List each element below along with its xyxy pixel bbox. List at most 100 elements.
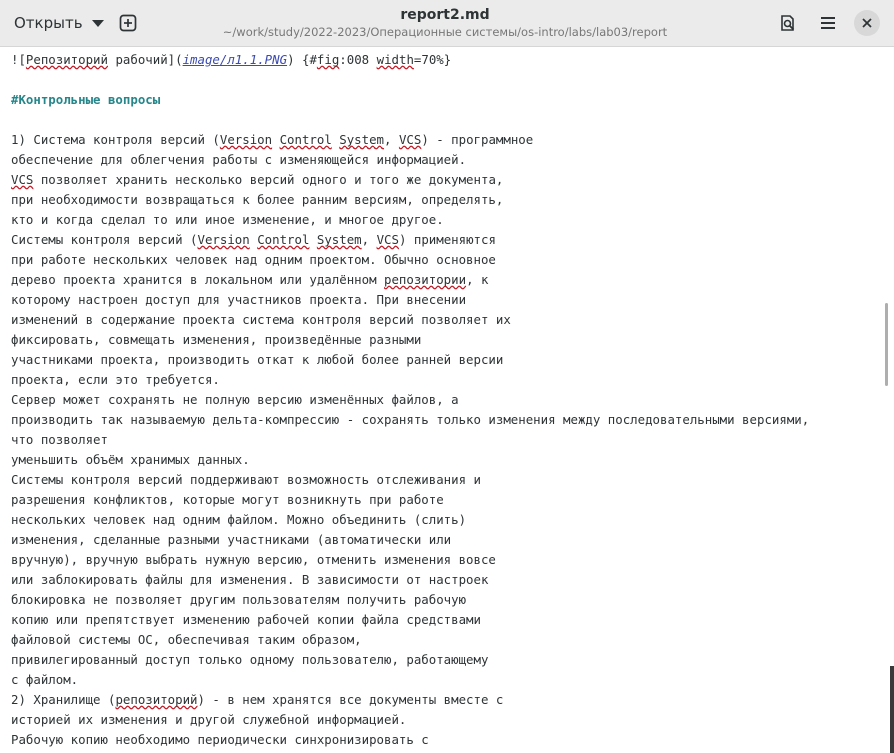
line-text: ) - в нем хранятся все документы вместе … [197,692,504,707]
header-bar: Открыть report2.md ~/work/study/2022-202… [0,0,894,47]
editor-line: ![Репозиторий рабочий](image/л1.1.PNG) {… [11,50,451,70]
line-text: историей их изменения и другой служебной… [11,712,407,727]
vertical-scrollbar[interactable] [885,303,888,386]
line-text: , к [466,272,489,287]
line-text: разрешения конфликтов, которые могут воз… [11,492,444,507]
markdown-link-path: image [182,52,220,67]
hamburger-menu-icon [821,17,835,29]
text-editor-area[interactable]: ![Репозиторий рабочий](image/л1.1.PNG) {… [0,47,884,753]
editor-line: что позволяет [11,430,108,450]
editor-line: при работе нескольких человек над одним … [11,250,496,270]
line-text: ) - программное [421,132,534,147]
line-text: производить так называемую дельта-компре… [11,412,810,427]
search-button[interactable] [772,8,804,38]
spellcheck-word: Version [219,132,273,147]
spellcheck-word: VCS [376,232,399,247]
line-text: рабочий]( [107,52,183,67]
line-text: при работе нескольких человек над одним … [11,252,496,267]
line-text: уменьшить объём хранимых данных. [11,452,250,467]
editor-line: обеспечение для облегчения работы с изме… [11,150,466,170]
editor-line: Системы контроля версий поддерживают воз… [11,470,481,490]
editor-line: Сервер может сохранять не полную версию … [11,390,459,410]
editor-line: разрешения конфликтов, которые могут воз… [11,490,444,510]
editor-line: производить так называемую дельта-компре… [11,410,809,430]
line-text: =70%} [413,52,452,67]
line-text: Системы контроля версий ( [11,232,198,247]
editor-line: при необходимости возвращаться к более р… [11,190,503,210]
line-text: 2) Хранилище ( [11,692,116,707]
spellcheck-word: репозиторий [115,692,198,707]
line-text: , [384,132,399,147]
spellcheck-word: VCS [398,132,422,147]
editor-line: или заблокировать файлы для изменения. В… [11,570,488,590]
open-button[interactable]: Открыть [6,8,104,38]
line-text: кто и когда сделал то или иное изменение… [11,212,444,227]
spellcheck-word: fig [316,52,340,67]
line-text: вручную), вручную выбрать нужную версию,… [11,552,496,567]
editor-line: изменения, сделанные разными участниками… [11,530,451,550]
line-text: изменений в содержание проекта система к… [11,312,511,327]
line-text: ) применяются [398,232,496,247]
document-search-icon [781,15,795,31]
editor-line: уменьшить объём хранимых данных. [11,450,250,470]
editor-line: дерево проекта хранится в локальном или … [11,270,488,290]
line-text: фиксировать, совмещать изменения, произв… [11,332,422,347]
close-icon [862,18,872,28]
line-text [272,132,279,147]
line-text: которому настроен доступ для участников … [11,292,467,307]
close-window-button[interactable] [854,10,880,36]
editor-line: Рабочую копию необходимо периодически си… [11,730,429,750]
editor-line: вручную), вручную выбрать нужную версию,… [11,550,496,570]
line-text: нескольких человек над одним файлом. Мож… [11,512,467,527]
main-menu-button[interactable] [812,8,844,38]
editor-line: которому настроен доступ для участников … [11,290,466,310]
line-text: или заблокировать файлы для изменения. В… [11,572,489,587]
line-text: позволяет хранить несколько версий одног… [33,172,504,187]
chevron-down-icon [91,19,104,27]
spellcheck-word: System [316,232,362,247]
line-text: что позволяет [11,432,108,447]
spellcheck-word: width [376,52,414,67]
editor-line: привилегированный доступ только одному п… [11,650,488,670]
spellcheck-word: VCS [11,172,34,187]
line-text: 1) Система контроля версий ( [11,132,220,147]
spellcheck-word: репозитории [384,272,467,287]
document-title: report2.md [400,7,490,23]
spellcheck-word: Control [257,232,310,247]
line-text: ) {# [287,52,317,67]
new-tab-plus-icon [119,14,137,32]
spellcheck-word: Control [279,132,332,147]
line-text: Сервер может сохранять не полную версию … [11,392,459,407]
line-text: блокировка не позволяет другим пользоват… [11,592,467,607]
editor-line: файловой системы ОС, обеспечивая таким о… [11,630,362,650]
window-edge [890,666,894,753]
editor-line: 2) Хранилище (репозиторий) - в нем храня… [11,690,503,710]
line-text: обеспечение для облегчения работы с изме… [11,152,467,167]
line-text: Системы контроля версий поддерживают воз… [11,472,481,487]
spellcheck-word: System [339,132,385,147]
editor-line: блокировка не позволяет другим пользоват… [11,590,466,610]
text-editor-window: Открыть report2.md ~/work/study/2022-202… [0,0,894,753]
line-text: файловой системы ОС, обеспечивая таким о… [11,632,362,647]
line-text: изменения, сделанные разными участниками… [11,532,452,547]
editor-line: Системы контроля версий (Version Control… [11,230,496,250]
editor-line: кто и когда сделал то или иное изменение… [11,210,444,230]
open-button-label: Открыть [14,14,83,32]
editor-line: фиксировать, совмещать изменения, произв… [11,330,421,350]
editor-line: 1) Система контроля версий (Version Cont… [11,130,533,150]
line-text: ![ [11,52,26,67]
line-text: копию или препятствует изменению рабочей… [11,612,481,627]
editor-line: участниками проекта, производить откат к… [11,350,503,370]
editor-line: нескольких человек над одним файлом. Мож… [11,510,466,530]
new-tab-button[interactable] [112,8,144,38]
line-text: проекта, если это требуется. [11,372,220,387]
spellcheck-word: Version [197,232,250,247]
editor-line: историей их изменения и другой служебной… [11,710,406,730]
markdown-heading: #Контрольные вопросы [11,92,161,107]
line-text: привилегированный доступ только одному п… [11,652,489,667]
line-text: дерево проекта хранится в локальном или … [11,272,384,287]
document-path: ~/work/study/2022-2023/Операционные сист… [222,25,668,39]
line-text [309,232,316,247]
line-text: :008 [339,52,377,67]
editor-line: с файлом. [11,670,78,690]
